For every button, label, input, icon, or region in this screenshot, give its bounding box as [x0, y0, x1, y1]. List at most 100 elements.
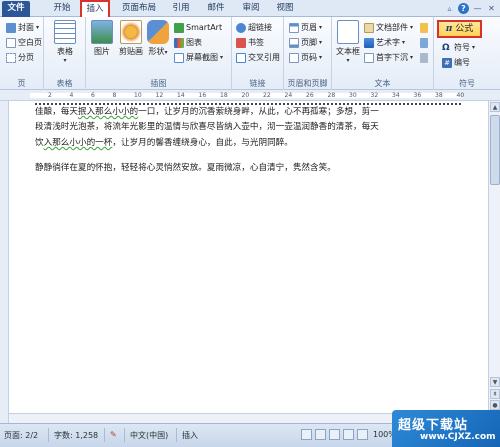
group-label-illustrations: 插图	[150, 79, 167, 88]
footer-button[interactable]: 页脚 ▾	[289, 36, 322, 49]
numbering-button[interactable]: # 编号	[442, 56, 470, 69]
window-minimize-icon[interactable]: —	[472, 3, 483, 14]
scroll-down-icon[interactable]: ▼	[490, 377, 500, 387]
smartart-icon	[174, 22, 184, 33]
cross-reference-button[interactable]: 交叉引用	[236, 51, 280, 64]
page-break-button[interactable]: 分页	[6, 51, 34, 64]
browse-object-icon[interactable]: ●	[490, 400, 500, 410]
signature-line-button[interactable]	[420, 21, 428, 34]
symbol-button[interactable]: Ω 符号 ▾	[442, 41, 475, 54]
shapes-button[interactable]: 形状▾	[146, 20, 170, 57]
full-screen-reading-view-icon[interactable]	[315, 429, 326, 440]
drop-cap-button[interactable]: 首字下沉 ▾	[364, 51, 413, 64]
status-separator	[48, 428, 49, 442]
word-count[interactable]: 字数: 1,258	[54, 430, 98, 441]
ruler-tick-label: 12	[155, 92, 164, 99]
previous-page-icon[interactable]: ⇞	[490, 389, 500, 399]
ruler-tick-label: 36	[413, 92, 422, 99]
site-watermark-logo: 超级下载站 www.CJXZ.com	[392, 410, 500, 447]
insert-mode-indicator[interactable]: 插入	[182, 430, 198, 441]
smartart-button[interactable]: SmartArt	[174, 21, 222, 34]
help-icon[interactable]: ?	[458, 3, 469, 14]
quick-parts-icon	[364, 22, 374, 33]
ruler-tick-label: 16	[198, 92, 207, 99]
horizontal-ruler[interactable]: 2 4 6 8 10 12 14 16 18 20 22 24 26 28 30 32 34 36 38 40	[0, 90, 500, 101]
bookmark-icon	[236, 37, 246, 48]
object-icon	[420, 52, 428, 63]
screenshot-button[interactable]: 屏幕截图 ▾	[174, 51, 223, 64]
watermark-title: 超级下载站	[398, 418, 469, 433]
language-indicator[interactable]: 中文(中国)	[130, 430, 168, 441]
scroll-up-icon[interactable]: ▲	[490, 102, 500, 112]
group-label-text: 文本	[374, 79, 391, 88]
print-layout-view-icon[interactable]	[301, 429, 312, 440]
hyperlink-button[interactable]: 超链接	[236, 21, 272, 34]
table-button[interactable]: 表格 ▾	[53, 20, 77, 64]
page-break-icon	[6, 52, 16, 63]
ruler-tick-label: 30	[349, 92, 357, 99]
ruler-tick-label: 28	[327, 92, 336, 99]
date-time-button[interactable]	[420, 36, 428, 49]
web-layout-view-icon[interactable]	[329, 429, 340, 440]
bookmark-button[interactable]: 书签	[236, 36, 264, 49]
scroll-thumb[interactable]	[490, 115, 500, 185]
status-separator	[104, 428, 105, 442]
tab-references[interactable]: 引用	[168, 1, 194, 17]
page-number-button[interactable]: 页码 ▾	[289, 51, 322, 64]
clipart-icon	[120, 20, 142, 44]
equation-button[interactable]: π 公式	[437, 20, 482, 38]
tab-view[interactable]: 视图	[272, 1, 298, 17]
document-page[interactable]: 佳酿，每天抿入那么小小的一口，让岁月的沉香萦绕身畔，从此，心不再孤寒；多想，剪一…	[9, 101, 488, 423]
header-icon	[289, 22, 299, 33]
chart-button[interactable]: 图表	[174, 36, 202, 49]
header-button[interactable]: 页眉 ▾	[289, 21, 322, 34]
ruler-tick-label: 18	[220, 92, 228, 99]
signature-line-icon	[420, 22, 428, 33]
blank-page-button[interactable]: 空白页	[6, 36, 42, 49]
proofing-icon[interactable]: ✎	[110, 430, 117, 439]
page-number-icon	[289, 52, 299, 63]
tab-mailings[interactable]: 邮件	[203, 1, 229, 17]
page-count[interactable]: 页面: 2/2	[4, 430, 38, 441]
table-icon	[54, 20, 76, 44]
numbering-icon: #	[442, 57, 452, 68]
tab-home[interactable]: 开始	[48, 1, 76, 17]
ruler-tick-label: 22	[263, 92, 271, 99]
group-label-pages: 页	[17, 79, 26, 88]
minimize-ribbon-icon[interactable]: ▵	[444, 3, 455, 14]
tab-page-layout[interactable]: 页面布局	[118, 1, 160, 17]
chart-icon	[174, 37, 184, 48]
ruler-tick-label: 32	[370, 92, 379, 99]
group-label-tables: 表格	[56, 79, 73, 88]
vertical-ruler	[0, 101, 9, 423]
clipart-button[interactable]: 剪贴画	[117, 20, 145, 57]
quick-parts-button[interactable]: 文档部件 ▾	[364, 21, 413, 34]
group-label-symbols: 符号	[459, 79, 475, 88]
omega-icon: Ω	[442, 42, 450, 53]
cover-page-icon	[6, 22, 16, 33]
cover-page-button[interactable]: 封面 ▾	[6, 21, 39, 34]
outline-view-icon[interactable]	[343, 429, 354, 440]
wordart-icon	[364, 37, 374, 48]
tab-review[interactable]: 审阅	[238, 1, 264, 17]
shapes-icon	[147, 20, 169, 44]
textbox-button[interactable]: 文本框 ▾	[334, 20, 362, 64]
window-close-icon[interactable]: ✕	[486, 3, 497, 14]
ruler-tick-label: 8	[112, 92, 117, 99]
tab-file[interactable]: 文件	[2, 1, 30, 17]
wordart-button[interactable]: 艺术字 ▾	[364, 36, 405, 49]
date-time-icon	[420, 37, 428, 48]
group-label-header-footer: 页眉和页脚	[287, 79, 328, 88]
ruler-tick-label: 26	[306, 92, 314, 99]
picture-icon	[91, 20, 113, 44]
watermark-url: www.CJXZ.com	[420, 432, 496, 442]
cross-reference-icon	[236, 52, 246, 63]
drop-cap-icon	[364, 52, 374, 63]
object-button[interactable]	[420, 51, 428, 64]
group-header-footer: 页眉 ▾ 页脚 ▾ 页码 ▾ 页眉和页脚	[284, 17, 332, 90]
picture-button[interactable]: 图片	[90, 20, 114, 57]
tab-insert[interactable]: 插入	[80, 0, 110, 18]
ribbon-insert: 封面 ▾ 空白页 分页 页 表格 ▾ 表格 图片 剪贴画 形状▾ SmartAr…	[0, 17, 500, 90]
vertical-scrollbar[interactable]: ▲ ▼ ⇞ ● ⇟	[488, 101, 500, 423]
draft-view-icon[interactable]	[357, 429, 368, 440]
